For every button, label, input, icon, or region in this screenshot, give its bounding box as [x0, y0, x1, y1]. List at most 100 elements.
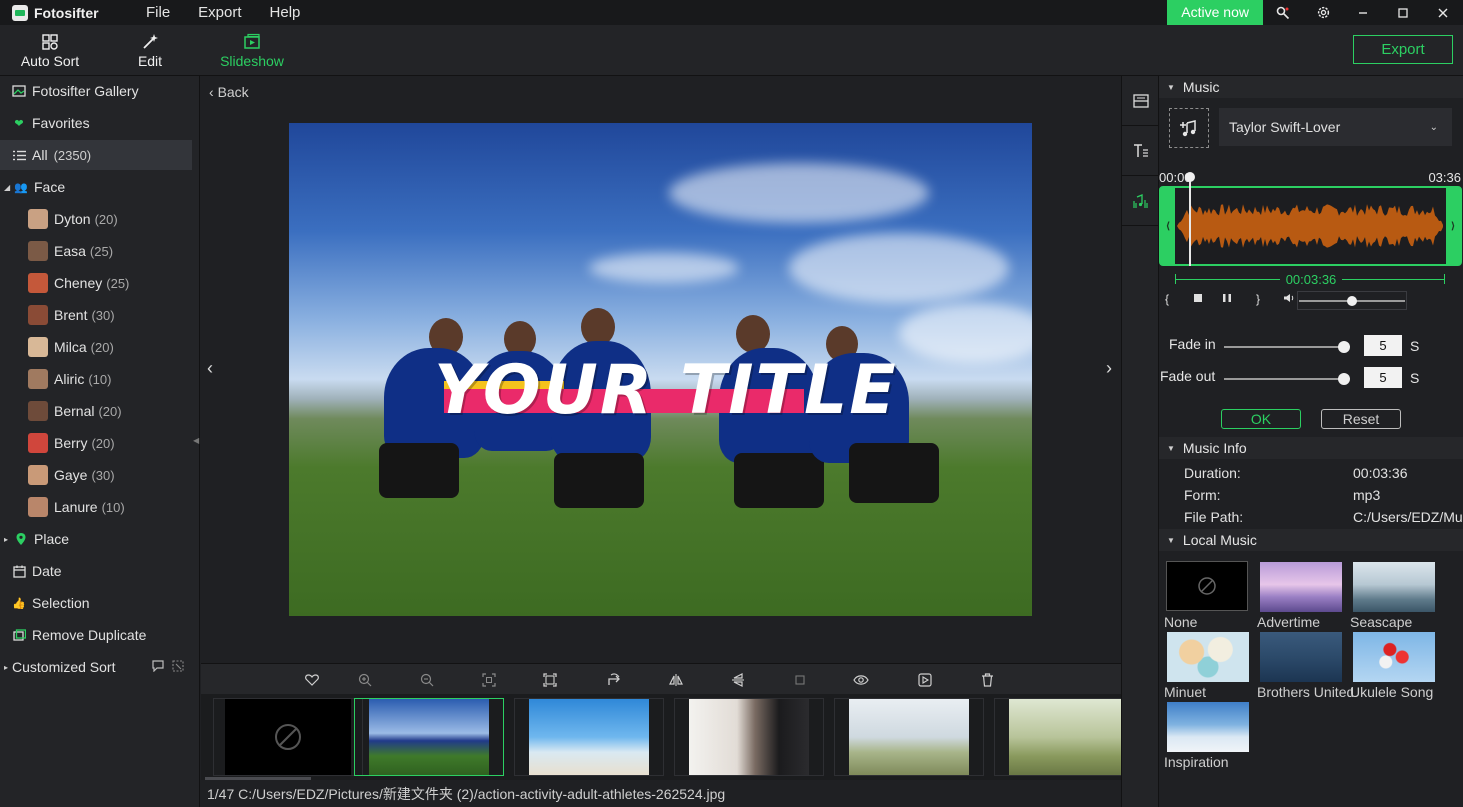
local-music-header[interactable]: ▼ Local Music: [1159, 529, 1463, 551]
music-track-dropdown[interactable]: Taylor Swift-Lover ⌄: [1219, 108, 1452, 146]
thumbnail-item[interactable]: [674, 698, 824, 776]
key-icon[interactable]: [1263, 0, 1303, 25]
fade-in-knob[interactable]: [1338, 341, 1350, 353]
auto-sort-button[interactable]: Auto Sort: [10, 33, 90, 69]
thumbnail-none[interactable]: [213, 698, 363, 776]
nav-customized-sort[interactable]: ▸ Customized Sort: [0, 652, 200, 682]
tab-text[interactable]: [1122, 126, 1160, 176]
play-slideshow-icon[interactable]: [917, 672, 933, 688]
face-item-lanure[interactable]: Lanure (10): [28, 493, 125, 521]
pause-icon[interactable]: [1222, 292, 1232, 306]
minimize-icon[interactable]: [1343, 0, 1383, 25]
trim-start-handle[interactable]: ⟨: [1161, 188, 1175, 264]
face-item-bernal[interactable]: Bernal (20): [28, 397, 122, 425]
nav-selection[interactable]: 👍 Selection: [0, 588, 192, 618]
nav-remove-duplicate[interactable]: Remove Duplicate: [0, 620, 192, 650]
fade-in-input[interactable]: 5: [1364, 335, 1402, 356]
music-section-header[interactable]: ▼ Music: [1159, 76, 1463, 98]
close-icon[interactable]: [1423, 0, 1463, 25]
collapse-sidebar-icon[interactable]: ◀: [193, 436, 199, 445]
playhead[interactable]: [1185, 172, 1195, 266]
music-info-header[interactable]: ▼ Music Info: [1159, 437, 1463, 459]
menu-help[interactable]: Help: [270, 4, 301, 21]
trash-icon[interactable]: [979, 672, 995, 688]
volume-icon[interactable]: [1283, 292, 1295, 306]
thumbnail-item[interactable]: [354, 698, 504, 776]
nav-date[interactable]: Date: [0, 556, 192, 586]
stop-icon[interactable]: [1193, 292, 1203, 306]
slideshow-button[interactable]: Slideshow: [212, 33, 292, 69]
fade-in-slider[interactable]: [1224, 341, 1350, 353]
resize-icon[interactable]: [792, 672, 808, 688]
face-item-dyton[interactable]: Dyton (20): [28, 205, 118, 233]
expand-caret-icon[interactable]: ▸: [4, 663, 12, 672]
fade-out-knob[interactable]: [1338, 373, 1350, 385]
audio-waveform[interactable]: ⟨ ⟩: [1159, 186, 1462, 266]
face-item-easa[interactable]: Easa (25): [28, 237, 113, 265]
previous-slide-icon[interactable]: ‹: [207, 358, 213, 379]
calendar-icon: [12, 564, 26, 578]
local-music-minuet[interactable]: [1167, 632, 1249, 682]
nav-fotosifter-gallery[interactable]: Fotosifter Gallery: [0, 76, 192, 106]
ok-button[interactable]: OK: [1221, 409, 1301, 429]
volume-slider[interactable]: [1299, 296, 1405, 306]
edit-button[interactable]: Edit: [110, 33, 190, 69]
back-button[interactable]: ‹ Back: [209, 84, 249, 100]
gear-icon[interactable]: [1303, 0, 1343, 25]
face-item-cheney[interactable]: Cheney (25): [28, 269, 129, 297]
face-name: Aliric: [54, 371, 85, 387]
local-music-brothers-united[interactable]: [1260, 632, 1342, 682]
face-item-berry[interactable]: Berry (20): [28, 429, 115, 457]
tab-music[interactable]: [1122, 176, 1160, 226]
face-item-aliric[interactable]: Aliric (10): [28, 365, 111, 393]
trim-end-bracket-icon[interactable]: }: [1256, 292, 1260, 306]
local-music-advertime[interactable]: [1260, 562, 1342, 612]
menu-file[interactable]: File: [146, 4, 170, 21]
add-sort-icon[interactable]: [152, 659, 164, 675]
thumbnail-item[interactable]: [834, 698, 984, 776]
expand-caret-icon[interactable]: ◢: [4, 183, 12, 192]
heart-outline-icon[interactable]: [304, 672, 320, 688]
local-music-seascape[interactable]: [1353, 562, 1435, 612]
menu-export[interactable]: Export: [198, 4, 241, 21]
remove-sort-icon[interactable]: [172, 659, 184, 675]
info-label: Form:: [1184, 487, 1221, 503]
maximize-icon[interactable]: [1383, 0, 1423, 25]
export-button[interactable]: Export: [1353, 35, 1453, 64]
fade-out-input[interactable]: 5: [1364, 367, 1402, 388]
face-item-milca[interactable]: Milca (20): [28, 333, 114, 361]
local-music-inspiration[interactable]: [1167, 702, 1249, 752]
next-slide-icon[interactable]: ›: [1106, 358, 1112, 379]
trim-end-handle[interactable]: ⟩: [1446, 188, 1460, 264]
face-item-brent[interactable]: Brent (30): [28, 301, 115, 329]
nav-place[interactable]: ▸ Place: [0, 524, 192, 554]
crop-icon[interactable]: [542, 672, 558, 688]
add-music-button[interactable]: [1169, 108, 1209, 148]
local-music-ukulele-song[interactable]: [1353, 632, 1435, 682]
expand-caret-icon[interactable]: ▸: [4, 535, 12, 544]
nav-all[interactable]: All (2350): [0, 140, 192, 170]
nav-face[interactable]: ◢ 👥 Face: [0, 172, 192, 202]
trim-start-bracket-icon[interactable]: {: [1165, 292, 1169, 306]
thumbnail-item[interactable]: [994, 698, 1121, 776]
slide-title-overlay[interactable]: YOUR TITLE: [434, 351, 974, 431]
thumbnail-item[interactable]: [514, 698, 664, 776]
flip-vertical-icon[interactable]: [730, 672, 746, 688]
zoom-in-icon[interactable]: [357, 672, 373, 688]
eye-icon[interactable]: [853, 672, 869, 688]
active-now-button[interactable]: Active now: [1167, 0, 1263, 25]
flip-horizontal-icon[interactable]: [668, 672, 684, 688]
fit-screen-icon[interactable]: [481, 672, 497, 688]
zoom-out-icon[interactable]: [419, 672, 435, 688]
volume-knob[interactable]: [1346, 296, 1357, 306]
rotate-icon[interactable]: [606, 672, 622, 688]
tab-transition[interactable]: [1122, 76, 1160, 126]
local-music-none[interactable]: [1166, 561, 1248, 611]
face-group-icon: 👥: [14, 181, 28, 194]
face-item-gaye[interactable]: Gaye (30): [28, 461, 115, 489]
app-name: Fotosifter: [34, 4, 99, 21]
fade-out-slider[interactable]: [1224, 373, 1350, 385]
nav-label: All: [32, 147, 48, 163]
nav-favorites[interactable]: ❤ Favorites: [0, 108, 192, 138]
reset-button[interactable]: Reset: [1321, 409, 1401, 429]
